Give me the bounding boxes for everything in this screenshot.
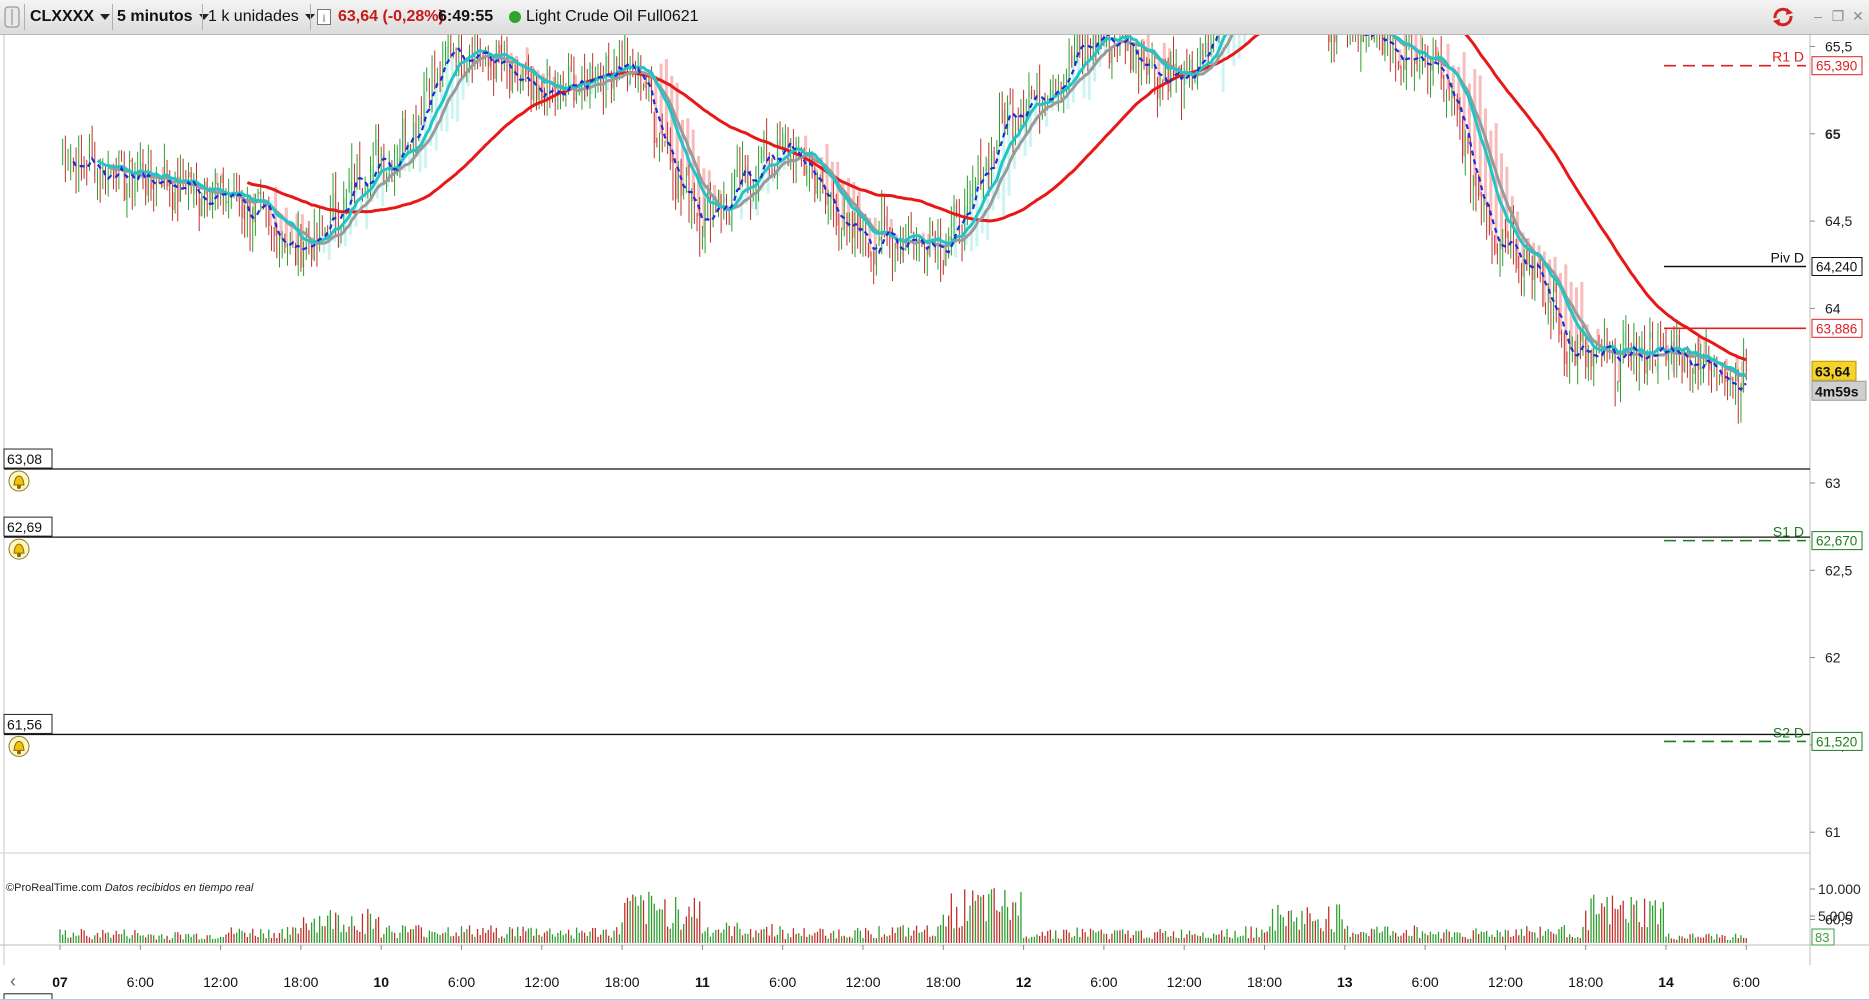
units-selector[interactable]: 1 k unidades [208,0,315,34]
price-tick-label: 64,5 [1825,213,1852,229]
time-tick-label: 18:00 [1568,974,1603,990]
ichimoku-cloud-segment [1243,35,1247,44]
price-tick-label: 64 [1825,300,1841,316]
columns-icon [4,6,20,28]
time-tick-label: 10 [373,974,389,990]
instrument-name: Light Crude Oil Full0621 [526,8,699,25]
chevron-down-icon [100,13,111,20]
chart-window: CLXXXX 5 minutos 1 k unidades i 63,64 (-… [0,0,1869,1000]
countdown-label: 4m59s [1815,383,1859,399]
time-tick-label: 11 [695,974,710,990]
pivot-name-label: R1 D [1772,49,1804,65]
time-tick-label: 07 [52,974,68,990]
price-tick-label: 63 [1825,475,1841,491]
scroll-left-icon: ‹ [10,971,16,991]
symbol-selector[interactable]: CLXXXX [30,0,111,34]
close-icon[interactable]: ✕ [1849,7,1867,25]
pivot-price-label: 63,886 [1816,321,1857,336]
bell-icon[interactable] [8,735,30,757]
pivot-name-label: S2 D [1773,724,1804,740]
price-tick-label: 61 [1825,824,1841,840]
price-tick-label: 65 [1825,126,1841,142]
alert-price-label: 62,69 [7,519,42,535]
pivot-name-label: S1 D [1773,524,1804,540]
connection-status-icon [509,10,521,23]
time-tick-label: 6:00 [1411,974,1438,990]
time-tick-label: 14 [1658,974,1674,990]
ichimoku-cloud-segment [1237,35,1241,59]
price-tick-label: 65,5 [1825,39,1852,55]
info-button[interactable]: i [317,0,331,34]
time-tick-label: 18:00 [283,974,318,990]
minimize-icon[interactable]: – [1809,7,1827,25]
volume-tick-label: 10.000 [1818,881,1861,897]
pivot-price-label: 61,520 [1816,734,1857,749]
pivot-price-label: 64,240 [1816,259,1857,274]
time-tick-label: 12 [1016,974,1032,990]
time-tick-label: 6:00 [1733,974,1760,990]
refresh-icon [1773,7,1793,27]
time-tick-label: 6:00 [448,974,475,990]
chart-tools-icon[interactable] [1771,6,1795,27]
price-tick-label: 62 [1825,650,1841,666]
current-price-label: 63,64 [1815,363,1850,379]
time-tick-label: 6:00 [769,974,796,990]
time-tick-label: 6:00 [1090,974,1117,990]
pivot-price-label: 62,670 [1816,534,1857,549]
time-tick-label: 13 [1337,974,1353,990]
time-tick-label: 18:00 [1247,974,1282,990]
time-tick-label: 12:00 [845,974,880,990]
svg-text:i: i [322,12,325,24]
chart-background [0,35,1869,1000]
volume-current-label: 83 [1815,930,1829,945]
time-tick-label: 12:00 [1488,974,1523,990]
time-tick-label: 12:00 [1167,974,1202,990]
time-tick-label: 18:00 [926,974,961,990]
volume-tick-label: 5.000 [1818,908,1853,924]
time-tick-label: 6:00 [127,974,154,990]
time-tick-label: 12:00 [524,974,559,990]
alert-price-label: 63,08 [7,451,42,467]
time-tick-label: 12:00 [203,974,238,990]
ichimoku-cloud-segment [1232,35,1236,67]
clock-time: 6:49:55 [438,8,494,25]
bell-icon[interactable] [8,538,30,560]
units-label: 1 k unidades [208,8,299,25]
instrument-name-wrap: Light Crude Oil Full0621 [509,0,699,34]
pivot-name-label: Piv D [1771,249,1804,265]
price-chart[interactable]: 68,56867,56766,56665,56564,5646362,56261… [0,35,1869,1000]
pivot-price-label: 65,390 [1816,59,1857,74]
timeframe-label: 5 minutos [117,8,193,25]
price-change: 63,64 (-0,28%) [338,8,444,25]
alert-price-label: 61,56 [7,716,42,732]
time-tick-label: 18:00 [605,974,640,990]
bell-icon[interactable] [8,470,30,492]
price-tick-label: 62,5 [1825,562,1852,578]
info-icon: i [317,8,331,25]
chart-toolbar: CLXXXX 5 minutos 1 k unidades i 63,64 (-… [0,0,1869,35]
timeframe-selector[interactable]: 5 minutos [117,0,209,34]
chart-menu-icon[interactable] [4,0,24,34]
symbol-label: CLXXXX [30,8,95,25]
maximize-icon[interactable]: ❐ [1829,7,1847,25]
ichimoku-cloud-segment [450,53,454,119]
credit-text: ©ProRealTime.com Datos recibidos en tiem… [6,882,254,894]
